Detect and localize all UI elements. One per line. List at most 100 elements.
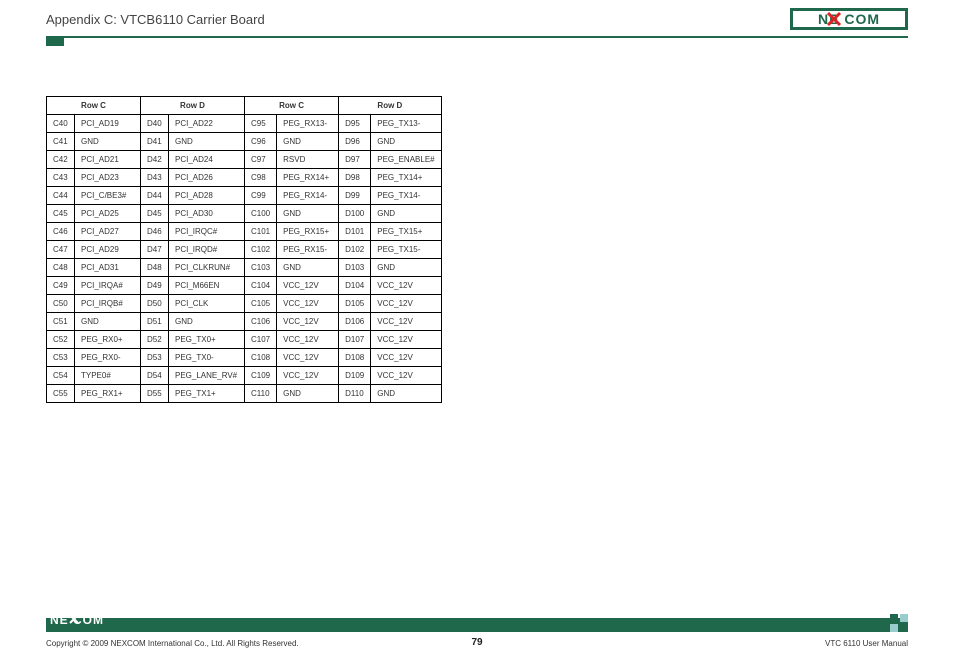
table-row: C54TYPE0#D54PEG_LANE_RV#C109VCC_12VD109V… bbox=[47, 367, 442, 385]
table-row: C48PCI_AD31D48PCI_CLKRUN#C103GNDD103GND bbox=[47, 259, 442, 277]
signal-cell: GND bbox=[371, 205, 441, 223]
pin-cell: D51 bbox=[141, 313, 169, 331]
pin-cell: C44 bbox=[47, 187, 75, 205]
pin-cell: C103 bbox=[245, 259, 277, 277]
pin-cell: C96 bbox=[245, 133, 277, 151]
pin-cell: D103 bbox=[339, 259, 371, 277]
table-row: C49PCI_IRQA#D49PCI_M66ENC104VCC_12VD104V… bbox=[47, 277, 442, 295]
pin-cell: C55 bbox=[47, 385, 75, 403]
signal-cell: PEG_TX14- bbox=[371, 187, 441, 205]
table-row: C40PCI_AD19D40PCI_AD22C95PEG_RX13-D95PEG… bbox=[47, 115, 442, 133]
signal-cell: PEG_RX13- bbox=[277, 115, 339, 133]
pin-cell: C53 bbox=[47, 349, 75, 367]
pin-cell: D96 bbox=[339, 133, 371, 151]
signal-cell: PCI_AD23 bbox=[75, 169, 141, 187]
signal-cell: GND bbox=[277, 259, 339, 277]
signal-cell: PCI_AD29 bbox=[75, 241, 141, 259]
table-row: C45PCI_AD25D45PCI_AD30C100GNDD100GND bbox=[47, 205, 442, 223]
pin-cell: D49 bbox=[141, 277, 169, 295]
signal-cell: GND bbox=[371, 385, 441, 403]
signal-cell: PCI_AD31 bbox=[75, 259, 141, 277]
pin-cell: D110 bbox=[339, 385, 371, 403]
pin-cell: D106 bbox=[339, 313, 371, 331]
signal-cell: PCI_IRQB# bbox=[75, 295, 141, 313]
signal-cell: VCC_12V bbox=[371, 295, 441, 313]
signal-cell: PCI_IRQC# bbox=[169, 223, 245, 241]
signal-cell: GND bbox=[371, 133, 441, 151]
table-header-row: Row C Row D Row C Row D bbox=[47, 97, 442, 115]
signal-cell: GND bbox=[169, 133, 245, 151]
signal-cell: PEG_TX13- bbox=[371, 115, 441, 133]
pin-cell: D102 bbox=[339, 241, 371, 259]
signal-cell: GND bbox=[75, 133, 141, 151]
signal-cell: PCI_AD27 bbox=[75, 223, 141, 241]
pin-cell: C110 bbox=[245, 385, 277, 403]
signal-cell: PEG_RX14+ bbox=[277, 169, 339, 187]
footer-bar bbox=[46, 618, 908, 632]
nexcom-footer-logo-icon: NE COM bbox=[50, 613, 128, 627]
pin-cell: C45 bbox=[47, 205, 75, 223]
pin-cell: C49 bbox=[47, 277, 75, 295]
pin-cell: C97 bbox=[245, 151, 277, 169]
pin-cell: C108 bbox=[245, 349, 277, 367]
signal-cell: PCI_AD19 bbox=[75, 115, 141, 133]
pin-cell: D104 bbox=[339, 277, 371, 295]
pin-cell: D98 bbox=[339, 169, 371, 187]
signal-cell: GND bbox=[277, 385, 339, 403]
signal-cell: VCC_12V bbox=[277, 367, 339, 385]
header-accent-block bbox=[46, 38, 64, 46]
signal-cell: RSVD bbox=[277, 151, 339, 169]
signal-cell: PCI_AD26 bbox=[169, 169, 245, 187]
table-row: C53PEG_RX0-D53PEG_TX0-C108VCC_12VD108VCC… bbox=[47, 349, 442, 367]
pin-cell: D108 bbox=[339, 349, 371, 367]
pin-cell: D109 bbox=[339, 367, 371, 385]
pin-cell: C101 bbox=[245, 223, 277, 241]
signal-cell: VCC_12V bbox=[371, 331, 441, 349]
table-row: C41GNDD41GNDC96GNDD96GND bbox=[47, 133, 442, 151]
signal-cell: PEG_ENABLE# bbox=[371, 151, 441, 169]
signal-cell: VCC_12V bbox=[371, 367, 441, 385]
table-row: C50PCI_IRQB#D50PCI_CLKC105VCC_12VD105VCC… bbox=[47, 295, 442, 313]
signal-cell: PCI_AD24 bbox=[169, 151, 245, 169]
signal-cell: GND bbox=[371, 259, 441, 277]
pin-cell: C42 bbox=[47, 151, 75, 169]
nexcom-logo-icon: NE COM bbox=[790, 8, 908, 30]
signal-cell: PCI_M66EN bbox=[169, 277, 245, 295]
footer-brand-logo: NE COM bbox=[50, 613, 128, 632]
signal-cell: TYPE0# bbox=[75, 367, 141, 385]
pin-cell: D46 bbox=[141, 223, 169, 241]
pin-cell: C43 bbox=[47, 169, 75, 187]
pin-cell: D52 bbox=[141, 331, 169, 349]
footer-doc-name: VTC 6110 User Manual bbox=[825, 639, 908, 648]
pin-cell: C107 bbox=[245, 331, 277, 349]
pin-cell: D101 bbox=[339, 223, 371, 241]
footer-page-number: 79 bbox=[0, 637, 954, 648]
signal-cell: PCI_AD30 bbox=[169, 205, 245, 223]
pin-cell: D55 bbox=[141, 385, 169, 403]
pin-cell: D99 bbox=[339, 187, 371, 205]
col-header: Row D bbox=[339, 97, 442, 115]
pin-cell: D42 bbox=[141, 151, 169, 169]
brand-logo: NE COM bbox=[790, 8, 908, 35]
pin-cell: D53 bbox=[141, 349, 169, 367]
signal-cell: VCC_12V bbox=[371, 277, 441, 295]
signal-cell: PEG_TX0- bbox=[169, 349, 245, 367]
signal-cell: PCI_C/BE3# bbox=[75, 187, 141, 205]
signal-cell: VCC_12V bbox=[277, 277, 339, 295]
pin-cell: C40 bbox=[47, 115, 75, 133]
signal-cell: PEG_TX14+ bbox=[371, 169, 441, 187]
pin-cell: D43 bbox=[141, 169, 169, 187]
pin-cell: C51 bbox=[47, 313, 75, 331]
pin-cell: D44 bbox=[141, 187, 169, 205]
pin-cell: C52 bbox=[47, 331, 75, 349]
col-header: Row D bbox=[141, 97, 245, 115]
signal-cell: PCI_AD25 bbox=[75, 205, 141, 223]
pin-cell: C95 bbox=[245, 115, 277, 133]
signal-cell: PEG_RX15- bbox=[277, 241, 339, 259]
signal-cell: PCI_AD22 bbox=[169, 115, 245, 133]
pin-cell: D95 bbox=[339, 115, 371, 133]
pin-cell: D47 bbox=[141, 241, 169, 259]
header-rule bbox=[46, 36, 908, 38]
page-title: Appendix C: VTCB6110 Carrier Board bbox=[46, 12, 908, 27]
table-body: C40PCI_AD19D40PCI_AD22C95PEG_RX13-D95PEG… bbox=[47, 115, 442, 403]
